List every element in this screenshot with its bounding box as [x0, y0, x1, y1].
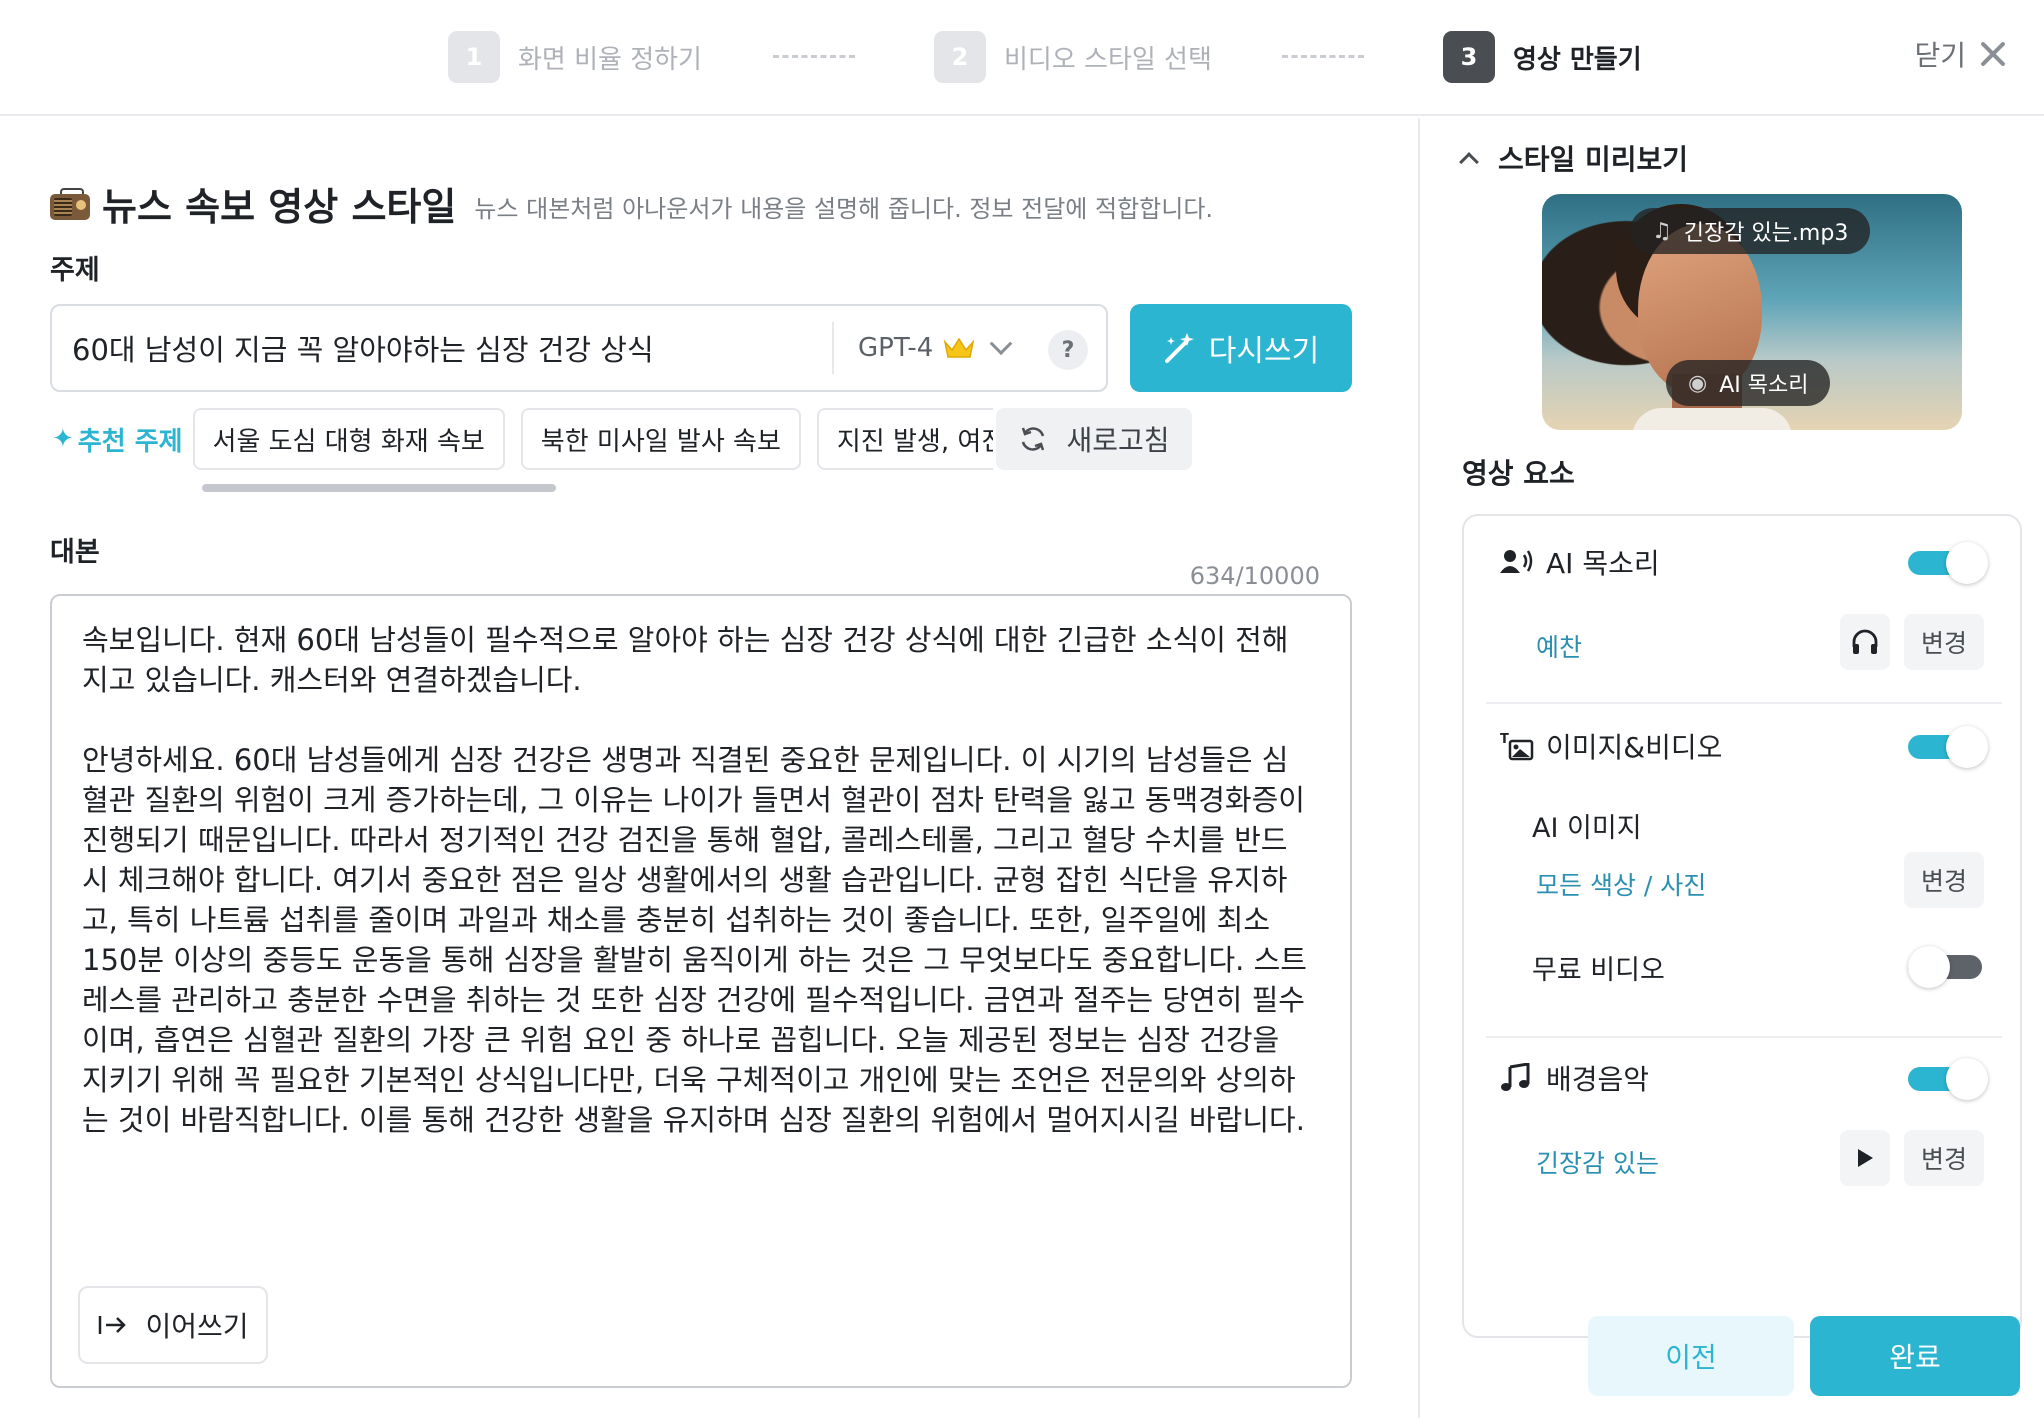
- ai-voice-row: AI 목소리: [1500, 542, 1660, 582]
- page-title: 뉴스 속보 영상 스타일: [102, 185, 457, 229]
- step-label: 화면 비율 정하기: [518, 44, 702, 75]
- play-icon: [1858, 1149, 1873, 1167]
- close-icon: [1980, 41, 2006, 67]
- suggestion-chip-list[interactable]: 서울 도심 대형 화재 속보 북한 미사일 발사 속보 지진 발생, 여진 경고: [192, 408, 993, 470]
- settings-panel: 스타일 미리보기 ♫ 긴장감 있는.mp3 ◉ AI 목소리 영상 요소 AI …: [1418, 118, 2044, 1418]
- complete-button[interactable]: 완료: [1810, 1316, 2020, 1396]
- model-label: GPT-4: [858, 333, 934, 363]
- step-video-style[interactable]: 2 비디오 스타일 선택: [934, 31, 1212, 83]
- style-preview-image[interactable]: ♫ 긴장감 있는.mp3 ◉ AI 목소리: [1542, 194, 1962, 430]
- divider: [1486, 1036, 2002, 1038]
- script-textarea[interactable]: 속보입니다. 현재 60대 남성들이 필수적으로 알아야 하는 심장 건강 상식…: [50, 594, 1352, 1388]
- music-note-icon: ♫: [1652, 218, 1672, 244]
- previous-button[interactable]: 이전: [1588, 1316, 1794, 1396]
- close-button[interactable]: 닫기: [1914, 34, 2006, 74]
- refresh-button[interactable]: 새로고침: [996, 408, 1192, 470]
- radio-icon: [50, 187, 90, 220]
- character-count: 634/10000: [1189, 562, 1320, 590]
- image-style-link[interactable]: 모든 색상 / 사진: [1536, 866, 1706, 902]
- headphones-icon: [1852, 629, 1878, 654]
- video-elements-card: AI 목소리 예찬 변경 T 이미지&비디오 AI 이미지 모든 색상 / 사진: [1462, 514, 2022, 1338]
- voice-pill-label: AI 목소리: [1719, 373, 1809, 398]
- rewrite-button[interactable]: 다시쓰기: [1130, 304, 1352, 392]
- step-aspect-ratio[interactable]: 1 화면 비율 정하기: [448, 31, 702, 83]
- listen-button[interactable]: [1840, 614, 1890, 670]
- change-music-button[interactable]: 변경: [1904, 1130, 1984, 1186]
- divider: [1486, 702, 2002, 704]
- script-text[interactable]: 속보입니다. 현재 60대 남성들이 필수적으로 알아야 하는 심장 건강 상식…: [82, 620, 1332, 1140]
- refresh-icon: [1022, 427, 1045, 451]
- topic-label: 주제: [50, 255, 100, 286]
- script-label: 대본: [50, 537, 100, 568]
- ai-voice-toggle[interactable]: [1908, 542, 1988, 584]
- script-editor-panel: 뉴스 속보 영상 스타일 뉴스 대본처럼 아나운서가 내용을 설명해 줍니다. …: [0, 118, 1416, 1418]
- rewrite-label: 다시쓰기: [1208, 334, 1320, 369]
- step-connector: [1282, 55, 1364, 58]
- step-label: 비디오 스타일 선택: [1004, 44, 1212, 75]
- chevron-down-icon: [989, 332, 1013, 356]
- close-label: 닫기: [1914, 39, 1966, 72]
- music-name-link[interactable]: 긴장감 있는: [1536, 1144, 1659, 1180]
- style-preview-toggle[interactable]: 스타일 미리보기: [1459, 138, 1689, 178]
- speaker-icon: ◉: [1688, 370, 1708, 396]
- model-select[interactable]: GPT-4: [858, 326, 1013, 370]
- step-label: 영상 만들기: [1513, 44, 1642, 75]
- style-description: 뉴스 대본처럼 아나운서가 내용을 설명해 줍니다. 정보 전달에 적합합니다.: [474, 195, 1214, 223]
- continue-writing-label: 이어쓰기: [145, 1310, 249, 1343]
- suggestion-chip[interactable]: 지진 발생, 여진 경고: [816, 408, 993, 470]
- voice-name-link[interactable]: 예찬: [1536, 628, 1582, 664]
- free-video-label: 무료 비디오: [1532, 955, 1665, 986]
- voice-icon: [1500, 550, 1533, 573]
- play-music-button[interactable]: [1840, 1130, 1890, 1186]
- continue-writing-button[interactable]: 이어쓰기: [78, 1286, 268, 1364]
- stepper-bar: 1 화면 비율 정하기 2 비디오 스타일 선택 3 영상 만들기 닫기: [0, 0, 2044, 116]
- topic-field: GPT-4 ?: [50, 304, 1108, 392]
- step-number: 3: [1443, 31, 1495, 83]
- music-row: 배경음악: [1500, 1058, 1649, 1098]
- topic-input[interactable]: [72, 306, 832, 390]
- music-toggle[interactable]: [1908, 1058, 1988, 1100]
- sparkle-icon: ✦: [52, 424, 74, 454]
- crown-icon: [943, 337, 975, 358]
- suggested-topics-label: ✦ 추천 주제: [52, 421, 183, 458]
- arrow-right-bar-icon: [99, 1316, 127, 1334]
- chevron-up-icon: [1459, 152, 1479, 172]
- refresh-label: 새로고침: [1066, 424, 1170, 457]
- free-video-toggle[interactable]: [1908, 946, 1988, 988]
- step-create-video[interactable]: 3 영상 만들기: [1443, 31, 1642, 83]
- step-number: 2: [934, 31, 986, 83]
- media-toggle[interactable]: [1908, 726, 1988, 768]
- suggested-topics: ✦ 추천 주제 서울 도심 대형 화재 속보 북한 미사일 발사 속보 지진 발…: [52, 408, 993, 470]
- music-pill: ♫ 긴장감 있는.mp3: [1630, 208, 1871, 254]
- change-image-style-button[interactable]: 변경: [1904, 852, 1984, 908]
- step-connector: [773, 55, 855, 58]
- help-icon[interactable]: ?: [1048, 330, 1088, 370]
- suggestion-chip[interactable]: 서울 도심 대형 화재 속보: [192, 408, 505, 470]
- divider: [832, 322, 834, 374]
- media-title: 이미지&비디오: [1546, 731, 1723, 764]
- voice-pill: ◉ AI 목소리: [1666, 360, 1831, 406]
- music-note-icon: [1501, 1063, 1530, 1091]
- ai-image-label: AI 이미지: [1532, 813, 1642, 844]
- step-number: 1: [448, 31, 500, 83]
- suggested-topics-text: 추천 주제: [77, 426, 183, 457]
- magic-wand-icon: [1164, 333, 1194, 363]
- music-title: 배경음악: [1546, 1063, 1650, 1096]
- music-pill-label: 긴장감 있는.mp3: [1683, 221, 1849, 246]
- media-row: T 이미지&비디오: [1500, 726, 1722, 766]
- chip-scrollbar[interactable]: [202, 484, 556, 492]
- suggestion-chip[interactable]: 북한 미사일 발사 속보: [520, 408, 801, 470]
- change-voice-button[interactable]: 변경: [1904, 614, 1984, 670]
- svg-text:T: T: [1500, 732, 1509, 747]
- video-elements-label: 영상 요소: [1462, 457, 1575, 490]
- image-text-icon: T: [1500, 732, 1534, 761]
- ai-voice-title: AI 목소리: [1546, 547, 1660, 580]
- style-header: 뉴스 속보 영상 스타일 뉴스 대본처럼 아나운서가 내용을 설명해 줍니다. …: [50, 176, 1213, 231]
- style-preview-title: 스타일 미리보기: [1498, 143, 1689, 176]
